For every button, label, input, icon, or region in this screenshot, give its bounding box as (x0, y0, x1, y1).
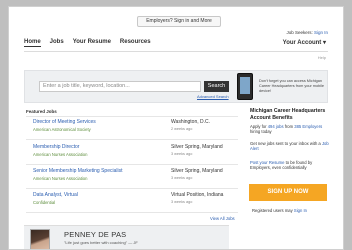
nav-home[interactable]: Home (24, 39, 41, 47)
search-panel: Enter a job title, keyword, location... … (24, 70, 328, 103)
job-company: Confidential (33, 200, 56, 205)
coach-name: PENNEY DE PAS (64, 230, 127, 239)
employers-count-link[interactable]: 385 Employers (294, 124, 322, 129)
registered-sign-in-link[interactable]: Sign In (294, 208, 307, 213)
view-all-jobs-link[interactable]: Jobs (226, 216, 235, 221)
benefit-text: hiring today (250, 129, 272, 135)
job-company: American Nurses Association (33, 176, 88, 181)
job-seekers-bar: Job Seekers: Sign In (286, 30, 328, 35)
benefit-item: Post your Resume to be found by Employer… (250, 160, 332, 170)
job-row: Director of Meeting Services American As… (33, 119, 237, 139)
job-date: 3 weeks ago (171, 152, 193, 156)
benefit-item: Apply for 494 jobs from 385 Employers hi… (250, 124, 332, 134)
job-location: Washington, D.C. (171, 119, 210, 125)
mobile-phone-icon (237, 73, 253, 100)
nav-resources[interactable]: Resources (120, 39, 151, 47)
job-company: American Nurses Association (33, 152, 88, 157)
page-frame: Employers? Sign in and More Job Seekers:… (8, 6, 344, 250)
job-company: American Astronomical Society (33, 127, 91, 132)
search-button[interactable]: Search (204, 81, 229, 92)
sign-up-button[interactable]: SIGN UP NOW (249, 184, 327, 201)
employer-sign-in-button[interactable]: Employers? Sign in and More (137, 16, 221, 27)
nav-jobs[interactable]: Jobs (50, 39, 64, 47)
featured-jobs-heading: Featured Jobs (26, 109, 57, 114)
job-title-link[interactable]: Membership Director (33, 144, 79, 150)
job-date: 2 weeks ago (171, 127, 193, 131)
job-date: 3 weeks ago (171, 200, 193, 204)
featured-divider (26, 116, 238, 117)
coach-photo (30, 229, 50, 249)
job-row: Membership Director American Nurses Asso… (33, 144, 237, 164)
job-title-link[interactable]: Director of Meeting Services (33, 119, 96, 125)
view-all-prefix: View All (210, 216, 225, 221)
job-title-link[interactable]: Senior Membership Marketing Specialist (33, 168, 122, 174)
registered-text: Registered users may (252, 208, 294, 213)
job-seekers-label: Job Seekers: (286, 30, 313, 35)
benefit-text: from (283, 124, 295, 129)
nav-divider (24, 51, 328, 52)
job-divider (26, 188, 238, 189)
job-row: Data Analyst, Virtual Confidential Virtu… (33, 192, 237, 212)
registered-users-note: Registered users may Sign In (252, 208, 307, 213)
help-link[interactable]: Help (318, 55, 326, 60)
main-nav: Home Jobs Your Resume Resources (24, 39, 151, 47)
benefit-text: Get new jobs sent to your inbox with a (250, 141, 322, 146)
job-row: Senior Membership Marketing Specialist A… (33, 168, 237, 188)
account-benefits-heading: Michigan Career Headquarters Account Ben… (250, 108, 326, 121)
job-divider (26, 212, 238, 213)
sign-in-link[interactable]: Sign In (314, 30, 328, 35)
benefit-item: Get new jobs sent to your inbox with a J… (250, 141, 332, 151)
nav-your-resume[interactable]: Your Resume (73, 39, 111, 47)
job-title-link[interactable]: Data Analyst, Virtual (33, 192, 78, 198)
job-divider (26, 139, 238, 140)
your-account-menu[interactable]: Your Account ▾ (283, 39, 326, 46)
advanced-search-link[interactable]: Advanced Search (197, 94, 229, 99)
coach-banner[interactable]: PENNEY DE PAS "Life just goes better wit… (24, 225, 229, 249)
job-search-input[interactable]: Enter a job title, keyword, location... (39, 81, 201, 92)
job-location: Silver Spring, Maryland (171, 144, 223, 150)
coach-quote: "Life just goes better with coaching" — … (64, 240, 138, 245)
view-all-jobs: View All Jobs (210, 216, 235, 221)
job-date: 3 weeks ago (171, 176, 193, 180)
job-divider (26, 164, 238, 165)
mobile-access-text: Don't forget you can access Michigan Car… (259, 79, 324, 93)
job-location: Silver Spring, Maryland (171, 168, 223, 174)
job-location: Virtual Position, Indiana (171, 192, 224, 198)
